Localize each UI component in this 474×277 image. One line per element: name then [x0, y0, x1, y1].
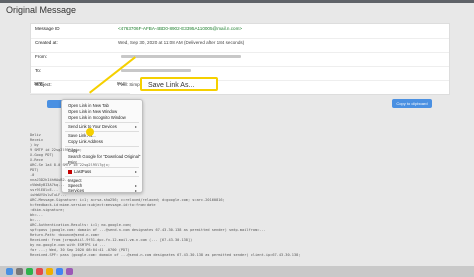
source-line: ARC-Message-Signature: i=1; a=rsa-sha256… [30, 198, 225, 202]
from-label: From: [35, 54, 47, 59]
submenu-arrow-icon: ▸ [134, 124, 137, 129]
messages-icon[interactable] [26, 268, 33, 275]
notes-icon[interactable] [46, 268, 53, 275]
source-line: b=... [30, 218, 41, 222]
finder-icon[interactable] [6, 268, 13, 275]
source-line: Receiv [30, 138, 43, 142]
created-value: Wed, Sep 30, 2020 at 11:08 AM (Delivered… [118, 40, 245, 45]
menu-item-open-incognito[interactable]: Open Link in Incognito Window [68, 115, 126, 120]
menu-item-open-new-window[interactable]: Open Link in New Window [68, 109, 117, 114]
source-line: spf=pass (google.com: domain of ...@send… [30, 228, 266, 232]
source-line: Received: from jcrmpwkiil-9f51-dpc-fv-12… [30, 238, 193, 242]
source-line: Deliv [30, 133, 41, 137]
source-line: nnaJ3D2hI4hHAuB2... [30, 178, 72, 182]
source-line: ) by [30, 143, 39, 147]
source-line: ARC-Authentication-Results: i=1; mx.goog… [30, 223, 132, 227]
source-line: PDT) [30, 168, 39, 172]
save-link-as-callout: Save Link As... [140, 77, 218, 91]
browser-top-bar [0, 0, 474, 3]
source-line: ARC-Se 1a4 8.0 SMTP id 22sg2l95l7gjx; [30, 163, 111, 167]
spf-row: SPF: PAS [30, 79, 130, 94]
launchpad-icon[interactable] [16, 268, 23, 275]
calendar-icon[interactable] [36, 268, 43, 275]
source-line: cVWa6yBI3A7kq... [30, 183, 65, 187]
source-line: iuhWUYXslwTuLF... [30, 193, 67, 197]
source-line: h=feedback-id:mime-version:subject:messa… [30, 203, 156, 207]
source-line: bh=... [30, 213, 43, 217]
spf-label: SPF: [34, 81, 45, 86]
source-line: by mx.google.com with ESMTPS id ... [30, 243, 106, 247]
menu-separator [65, 122, 139, 123]
page-title: Original Message [6, 5, 77, 15]
to-value-redacted [118, 68, 191, 73]
from-row: From: [31, 52, 449, 67]
source-line: X-Rece [30, 158, 43, 162]
source-line: :dkim-signature; [30, 208, 65, 212]
menu-separator [65, 131, 139, 132]
copy-to-clipboard-button[interactable]: Copy to clipboard [392, 99, 432, 108]
from-value-redacted [118, 54, 241, 59]
source-line: .0 [30, 173, 35, 177]
to-label: To: [35, 68, 42, 73]
message-id-row: Message ID <4763706F-AFBA-4BD0-8902-E339… [31, 24, 449, 39]
created-row: Created at: Wed, Sep 30, 2020 at 11:08 A… [31, 38, 449, 53]
message-id-value: <4763706F-AFBA-4BD0-8902-E3395A110005@ma… [118, 26, 243, 31]
source-line: Received-SPF: pass (google.com: domain o… [30, 253, 301, 257]
source-line: X-Goog PDT) [30, 153, 54, 157]
source-line: 9 SMTP id 22sg2l95l7gjx; [30, 148, 82, 152]
message-id-label: Message ID [35, 26, 60, 31]
raw-source-view: Deliv Receiv ) by 9 SMTP id 22sg2l95l7gjx… [30, 133, 448, 261]
chrome-icon[interactable] [56, 268, 63, 275]
source-line: Return-Path: <bounce@send.n.com> [30, 233, 100, 237]
source-line: for ...; Wed, 30 Sep 2020 08:04:41 -0700… [30, 248, 130, 252]
menu-item-open-new-tab[interactable]: Open Link in New Tab [68, 103, 109, 108]
app-icon[interactable] [66, 268, 73, 275]
spf-value: PAS [117, 81, 126, 86]
source-line: ssr9lE8lcE... [30, 188, 59, 192]
created-label: Created at: [35, 40, 58, 45]
